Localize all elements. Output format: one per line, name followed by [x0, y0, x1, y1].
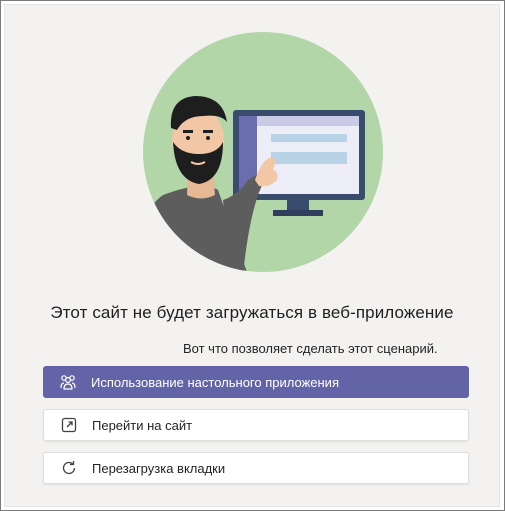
go-to-site-label: Перейти на сайт [92, 417, 193, 433]
subtitle-text: Вот что позволяет сделать этот сценарий. [183, 341, 438, 356]
teams-app-icon [59, 373, 77, 391]
use-desktop-app-label: Использование настольного приложения [91, 374, 339, 390]
reload-tab-button[interactable]: Перезагрузка вкладки [43, 452, 469, 484]
content-panel: Этот сайт не будет загружаться в веб-при… [5, 5, 499, 506]
dialog-frame: Этот сайт не будет загружаться в веб-при… [0, 0, 505, 511]
reload-icon [60, 459, 78, 477]
person-monitor-illustration [143, 32, 383, 272]
go-to-site-button[interactable]: Перейти на сайт [43, 409, 469, 441]
reload-tab-label: Перезагрузка вкладки [92, 460, 226, 476]
use-desktop-app-button[interactable]: Использование настольного приложения [43, 366, 469, 398]
open-external-icon [60, 416, 78, 434]
page-title: Этот сайт не будет загружаться в веб-при… [50, 303, 454, 322]
